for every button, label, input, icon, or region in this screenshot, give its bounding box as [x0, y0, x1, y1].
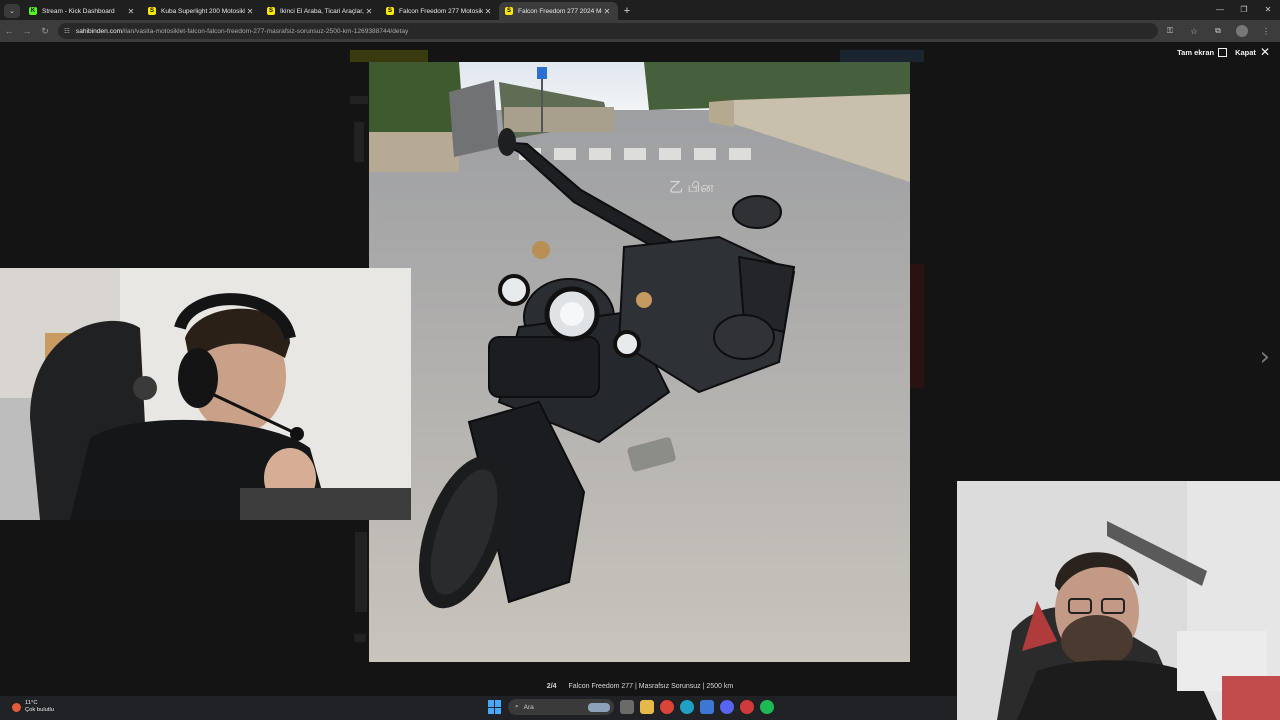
close-icon[interactable]: ✕ [245, 7, 255, 16]
bookmark-star-icon[interactable]: ☆ [1182, 27, 1206, 36]
windows-taskbar: 11°C Çok bulutlu ⌕ Ara [0, 696, 957, 720]
close-icon[interactable]: ✕ [126, 7, 136, 16]
minimize-icon[interactable]: — [1208, 0, 1232, 20]
svg-text:乙 பின: 乙 பின [669, 180, 714, 196]
address-bar[interactable]: ☷ sahibinden.com /ilan/vasita-motosiklet… [58, 23, 1158, 39]
kick-icon: K [29, 7, 37, 15]
tab-falcon-freedom-listing[interactable]: S Falcon Freedom 277 Motosikle ✕ [380, 2, 499, 20]
site-info-icon[interactable]: ☷ [64, 27, 70, 35]
side-banner [910, 264, 924, 388]
search-icon: ⌕ [515, 703, 519, 710]
taskbar-search[interactable]: ⌕ Ara [508, 699, 614, 715]
tab-title: Kuba Superlight 200 Motosikl [161, 7, 245, 15]
back-icon[interactable]: ← [0, 26, 18, 36]
close-lightbox-button[interactable]: Kapat ✕ [1235, 45, 1270, 59]
motorcycle-photo-illustration: 乙 பின [369, 62, 910, 662]
menu-icon[interactable]: ⋮ [1254, 27, 1278, 36]
edge-icon[interactable] [680, 700, 694, 714]
listing-photo: 乙 பின [369, 62, 910, 662]
search-placeholder: Ara [523, 703, 534, 711]
fullscreen-label: Tam ekran [1177, 48, 1215, 57]
weather-text: 11°C Çok bulutlu [25, 700, 54, 714]
tab-title: İkinci El Araba, Ticari Araçlar, M [280, 7, 364, 15]
weather-condition: Çok bulutlu [25, 707, 55, 713]
sahibinden-icon: S [505, 7, 513, 15]
desktop-screen: ⌄ K Stream - Kick Dashboard ✕ S Kuba Sup… [0, 0, 1280, 720]
window-controls: — ❐ ✕ [1208, 0, 1280, 20]
weather-icon [12, 702, 21, 712]
photo-counter: 2/4 [546, 683, 557, 690]
task-view-icon[interactable] [620, 700, 634, 714]
browser-toolbar: ← → ↻ ☷ sahibinden.com /ilan/vasita-moto… [0, 20, 1280, 42]
sahibinden-icon: S [267, 7, 275, 15]
restore-icon[interactable]: ❐ [1232, 0, 1256, 20]
webcam-video-frame [957, 481, 1280, 720]
taskbar-center: ⌕ Ara [488, 699, 774, 715]
tab-search-button[interactable]: ⌄ [4, 4, 20, 18]
page-text-block [355, 532, 367, 612]
fullscreen-icon [1218, 48, 1228, 57]
tab-kuba-superlight[interactable]: S Kuba Superlight 200 Motosikl ✕ [142, 2, 261, 20]
close-label: Kapat [1235, 48, 1256, 57]
weather-temp: 11°C [25, 700, 38, 706]
forward-icon[interactable]: → [18, 26, 36, 36]
streamer-webcam-right [957, 481, 1280, 720]
search-highlight-icon [588, 702, 610, 712]
header-button [840, 50, 924, 62]
photo-caption-text: Falcon Freedom 277 | Masrafsız Sorunsuz … [568, 683, 734, 690]
profile-avatar[interactable] [1236, 25, 1248, 37]
page-text-block [354, 634, 366, 642]
url-host: sahibinden.com [75, 27, 123, 35]
chrome-icon[interactable] [660, 700, 674, 714]
password-key-icon[interactable]: ⚿ [1158, 26, 1182, 36]
extensions-icon[interactable]: ⧉ [1206, 26, 1230, 36]
sahibinden-icon: S [386, 7, 394, 15]
close-window-icon[interactable]: ✕ [1256, 0, 1280, 20]
sahibinden-icon: S [148, 7, 156, 15]
close-icon[interactable]: ✕ [602, 7, 612, 16]
page-text-block [354, 122, 364, 162]
tab-title: Falcon Freedom 277 Motosikle [399, 7, 483, 15]
spotify-icon[interactable] [760, 700, 774, 714]
site-logo [350, 50, 428, 62]
tab-ikinci-el[interactable]: S İkinci El Araba, Ticari Araçlar, M ✕ [261, 2, 380, 20]
next-photo-arrow[interactable]: › [1260, 342, 1270, 372]
mail-icon[interactable] [700, 700, 714, 714]
streamer-webcam-left [0, 268, 411, 520]
new-tab-button[interactable]: + [618, 2, 636, 20]
reload-icon[interactable]: ↻ [36, 26, 54, 37]
tab-title: Stream - Kick Dashboard [42, 7, 115, 15]
lightbox-controls: Tam ekran Kapat ✕ [1177, 45, 1270, 59]
file-explorer-icon[interactable] [640, 700, 654, 714]
close-icon[interactable]: ✕ [483, 7, 493, 16]
webcam-video-frame [0, 268, 411, 520]
tab-kick-dashboard[interactable]: K Stream - Kick Dashboard ✕ [23, 2, 142, 20]
weather-widget[interactable]: 11°C Çok bulutlu [12, 700, 54, 714]
fullscreen-button[interactable]: Tam ekran [1177, 48, 1228, 57]
obs-icon[interactable] [740, 700, 754, 714]
browser-tab-strip: ⌄ K Stream - Kick Dashboard ✕ S Kuba Sup… [0, 0, 1280, 20]
url-path: /ilan/vasita-motosiklet-falcon-falcon-fr… [122, 27, 409, 35]
close-icon: ✕ [1259, 45, 1270, 59]
tab-falcon-freedom-2024[interactable]: S Falcon Freedom 277 2024 Mod ✕ [499, 2, 618, 20]
tab-title: Falcon Freedom 277 2024 Mod [518, 7, 602, 15]
close-icon[interactable]: ✕ [364, 7, 374, 16]
windows-start-icon[interactable] [488, 700, 502, 714]
discord-icon[interactable] [720, 700, 734, 714]
breadcrumb [350, 96, 368, 104]
